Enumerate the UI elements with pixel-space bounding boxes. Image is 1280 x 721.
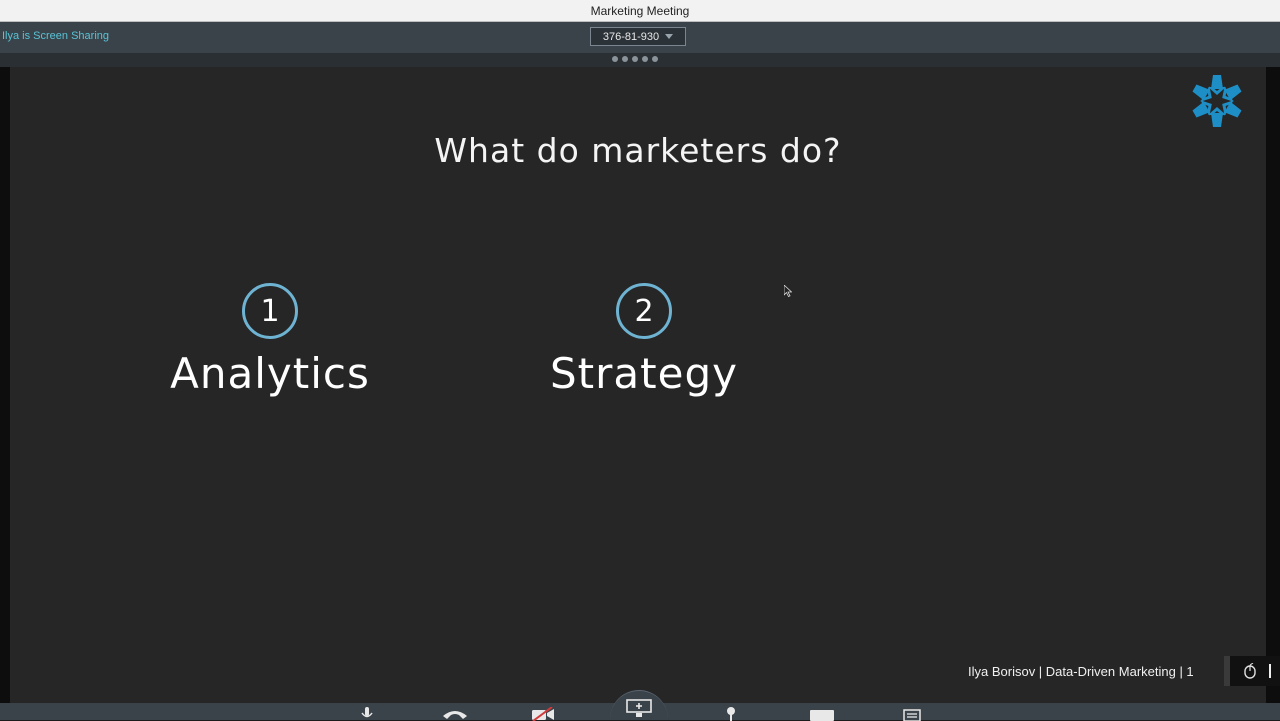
drag-dot <box>612 56 618 62</box>
chat-icon[interactable] <box>810 707 834 721</box>
drag-dot <box>652 56 658 62</box>
meeting-id-dropdown[interactable]: 376-81-930 <box>590 27 686 46</box>
screen-share-icon <box>626 699 652 717</box>
window-title: Marketing Meeting <box>590 3 690 18</box>
slide-footer: Ilya Borisov | Data-Driven Marketing | 1 <box>968 664 1194 679</box>
point-number-badge: 2 <box>616 283 672 339</box>
pointer-icon[interactable] <box>725 707 737 721</box>
point-number-badge: 1 <box>242 283 298 339</box>
slide-title: What do marketers do? <box>434 131 842 170</box>
slide-point-strategy: 2 Strategy <box>524 283 764 398</box>
drag-dot <box>632 56 638 62</box>
asterisk-arrows-logo <box>1192 75 1242 127</box>
panel-divider <box>1269 664 1271 678</box>
window-titlebar: Marketing Meeting <box>0 0 1280 22</box>
mouse-cursor-icon <box>784 285 792 297</box>
presentation-slide: What do marketers do? 1 Analytics 2 Stra… <box>10 67 1266 703</box>
phone-icon[interactable] <box>441 707 469 721</box>
spacer <box>768 707 769 708</box>
microphone-icon[interactable] <box>360 707 374 721</box>
point-label: Analytics <box>170 349 370 398</box>
drag-handle-dots[interactable] <box>612 56 658 62</box>
chevron-down-icon <box>665 34 674 39</box>
sharing-status: Ilya is Screen Sharing <box>2 30 109 42</box>
slide-point-analytics: 1 Analytics <box>150 283 390 398</box>
shared-screen-area: What do marketers do? 1 Analytics 2 Stra… <box>0 67 1280 703</box>
remote-control-panel[interactable] <box>1224 656 1280 686</box>
meeting-id-value: 376-81-930 <box>602 30 660 43</box>
screen-share-bar: Ilya is Screen Sharing 376-81-930 <box>0 22 1280 53</box>
point-label: Strategy <box>550 349 738 398</box>
video-off-icon[interactable] <box>530 707 556 721</box>
drag-dot <box>622 56 628 62</box>
drag-dot <box>642 56 648 62</box>
mouse-icon <box>1244 663 1256 679</box>
participants-icon[interactable] <box>900 707 922 721</box>
